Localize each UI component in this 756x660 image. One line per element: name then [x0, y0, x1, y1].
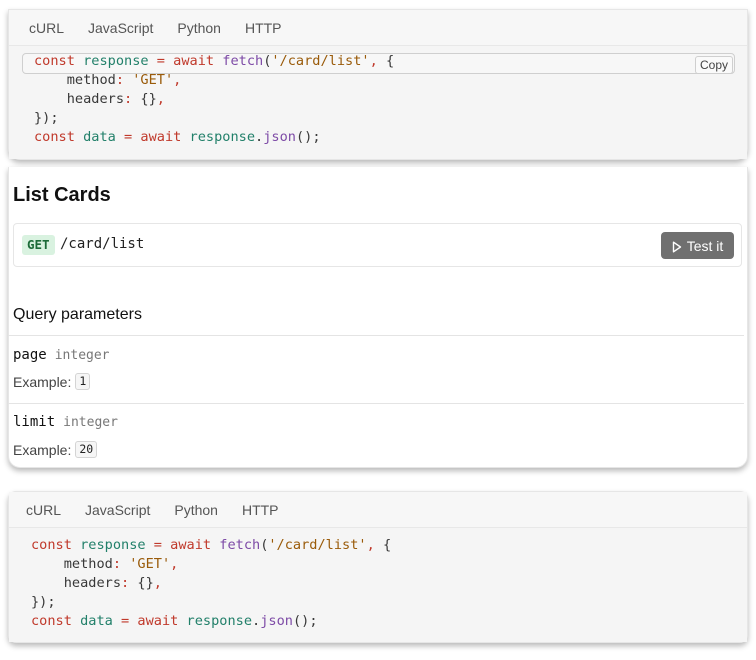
query-parameters-heading: Query parameters [13, 306, 142, 323]
language-tabs: cURL JavaScript Python HTTP [9, 492, 747, 528]
page-title: List Cards [13, 184, 111, 206]
code-sample-card-bottom: cURL JavaScript Python HTTP const respon… [8, 491, 748, 643]
tab-http[interactable]: HTTP [233, 10, 294, 46]
tab-python[interactable]: Python [165, 10, 233, 46]
code-line: }); [31, 594, 56, 610]
tab-python[interactable]: Python [162, 492, 230, 528]
code-sample-card-top: cURL JavaScript Python HTTP Copy const r… [8, 9, 748, 160]
play-icon [672, 240, 682, 252]
param-example-limit: Example: 20 [13, 441, 98, 458]
example-value: 1 [75, 373, 91, 390]
test-it-label: Test it [686, 237, 724, 254]
code-line: const response = await fetch('/card/list… [31, 537, 392, 553]
tab-http[interactable]: HTTP [230, 492, 291, 528]
param-type: integer [63, 415, 118, 430]
endpoint-bar: GET /card/list Test it [13, 223, 742, 267]
tab-javascript[interactable]: JavaScript [76, 10, 165, 46]
tab-javascript[interactable]: JavaScript [73, 492, 162, 528]
code-line: const data = await response.json(); [34, 129, 321, 145]
test-it-button[interactable]: Test it [661, 232, 734, 259]
param-type: integer [54, 348, 110, 363]
code-block: const response = await fetch('/card/list… [9, 528, 747, 642]
param-name-limit: limit integer [13, 414, 118, 430]
code-line: }); [34, 110, 59, 126]
code-line: method: 'GET', [63, 556, 179, 572]
code-line: headers: {}, [63, 575, 162, 591]
divider [8, 403, 744, 404]
tab-curl[interactable]: cURL [14, 492, 73, 528]
method-badge: GET [22, 235, 55, 255]
param-example-page: Example: 1 [13, 373, 91, 390]
example-value: 20 [75, 441, 98, 458]
endpoint-path: /card/list [60, 236, 145, 252]
language-tabs: cURL JavaScript Python HTTP [9, 10, 747, 46]
code-line: const data = await response.json(); [31, 613, 318, 629]
divider [8, 335, 744, 336]
tab-curl[interactable]: cURL [17, 10, 76, 46]
code-line: const response = await fetch('/card/list… [34, 53, 395, 69]
code-line: headers: {}, [66, 91, 165, 107]
param-name-page: page integer [13, 347, 110, 363]
code-block: Copy const response = await fetch('/card… [9, 46, 747, 159]
